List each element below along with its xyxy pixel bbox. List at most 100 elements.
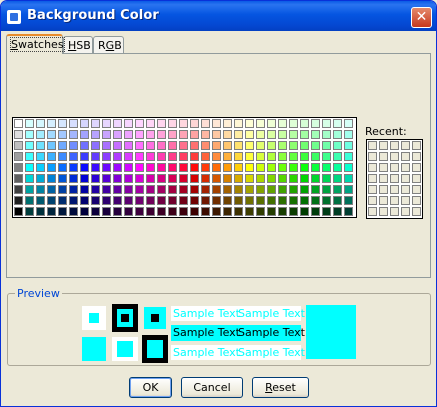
recent-cell[interactable] [379,152,388,161]
swatch-cell[interactable] [36,207,45,216]
swatch-cell[interactable] [234,207,243,216]
swatch-cell[interactable] [300,207,309,216]
swatch-cell[interactable] [190,130,199,139]
recent-cell[interactable] [412,207,421,216]
swatch-cell[interactable] [267,196,276,205]
swatch-cell[interactable] [344,207,353,216]
recent-cell[interactable] [368,196,377,205]
swatch-cell[interactable] [300,163,309,172]
swatch-cell[interactable] [58,174,67,183]
tab-hsb[interactable]: HSB [63,36,93,53]
swatch-cell[interactable] [113,119,122,128]
swatch-cell[interactable] [256,141,265,150]
swatch-cell[interactable] [300,185,309,194]
swatch-cell[interactable] [256,207,265,216]
swatch-cell[interactable] [124,152,133,161]
recent-cell[interactable] [379,163,388,172]
swatch-cell[interactable] [322,119,331,128]
swatch-cell[interactable] [58,141,67,150]
swatch-cell[interactable] [102,152,111,161]
swatch-cell[interactable] [333,207,342,216]
swatch-cell[interactable] [25,185,34,194]
swatch-cell[interactable] [14,163,23,172]
swatch-cell[interactable] [245,196,254,205]
swatch-cell[interactable] [36,174,45,183]
swatch-cell[interactable] [223,174,232,183]
swatch-cell[interactable] [333,185,342,194]
swatch-cell[interactable] [157,196,166,205]
swatch-cell[interactable] [190,141,199,150]
swatch-cell[interactable] [179,196,188,205]
swatch-cell[interactable] [245,130,254,139]
swatch-cell[interactable] [157,185,166,194]
swatch-cell[interactable] [113,196,122,205]
swatch-cell[interactable] [322,141,331,150]
swatch-cell[interactable] [190,185,199,194]
recent-cell[interactable] [390,163,399,172]
swatch-cell[interactable] [223,196,232,205]
swatch-cell[interactable] [58,163,67,172]
swatch-cell[interactable] [25,119,34,128]
swatch-cell[interactable] [91,174,100,183]
swatch-cell[interactable] [124,163,133,172]
swatch-cell[interactable] [278,207,287,216]
swatch-cell[interactable] [168,152,177,161]
swatch-cell[interactable] [289,119,298,128]
swatch-cell[interactable] [212,207,221,216]
swatch-cell[interactable] [47,130,56,139]
swatch-cell[interactable] [190,174,199,183]
swatch-cell[interactable] [113,152,122,161]
swatch-cell[interactable] [278,119,287,128]
swatch-cell[interactable] [256,163,265,172]
swatch-cell[interactable] [91,163,100,172]
swatch-cell[interactable] [234,141,243,150]
swatch-cell[interactable] [36,185,45,194]
swatch-cell[interactable] [201,141,210,150]
swatch-cell[interactable] [234,163,243,172]
swatch-cell[interactable] [25,163,34,172]
swatch-cell[interactable] [234,174,243,183]
swatch-cell[interactable] [36,196,45,205]
swatch-cell[interactable] [333,152,342,161]
swatch-cell[interactable] [179,119,188,128]
recent-cell[interactable] [368,207,377,216]
swatch-cell[interactable] [146,152,155,161]
swatch-cell[interactable] [58,196,67,205]
cancel-button[interactable]: Cancel [181,377,243,398]
swatch-cell[interactable] [168,119,177,128]
swatch-cell[interactable] [245,185,254,194]
swatch-cell[interactable] [333,196,342,205]
swatch-cell[interactable] [157,130,166,139]
swatch-cell[interactable] [212,141,221,150]
swatch-cell[interactable] [25,141,34,150]
swatch-cell[interactable] [113,207,122,216]
swatch-cell[interactable] [234,152,243,161]
swatch-cell[interactable] [146,130,155,139]
swatch-cell[interactable] [91,130,100,139]
swatch-cell[interactable] [102,141,111,150]
swatch-cell[interactable] [333,174,342,183]
swatch-cell[interactable] [267,152,276,161]
swatch-cell[interactable] [267,130,276,139]
swatch-cell[interactable] [157,163,166,172]
swatch-cell[interactable] [201,185,210,194]
swatch-cell[interactable] [69,130,78,139]
recent-cell[interactable] [401,163,410,172]
swatch-cell[interactable] [344,141,353,150]
swatch-cell[interactable] [322,196,331,205]
swatch-cell[interactable] [91,185,100,194]
recent-cell[interactable] [412,174,421,183]
swatch-cell[interactable] [289,163,298,172]
recent-cell[interactable] [412,141,421,150]
swatch-cell[interactable] [146,196,155,205]
swatch-cell[interactable] [333,119,342,128]
swatch-cell[interactable] [146,185,155,194]
swatch-cell[interactable] [36,119,45,128]
swatch-cell[interactable] [58,207,67,216]
swatch-cell[interactable] [179,185,188,194]
swatch-cell[interactable] [256,185,265,194]
swatch-cell[interactable] [278,141,287,150]
swatch-cell[interactable] [69,119,78,128]
recent-cell[interactable] [412,196,421,205]
swatch-cell[interactable] [124,185,133,194]
